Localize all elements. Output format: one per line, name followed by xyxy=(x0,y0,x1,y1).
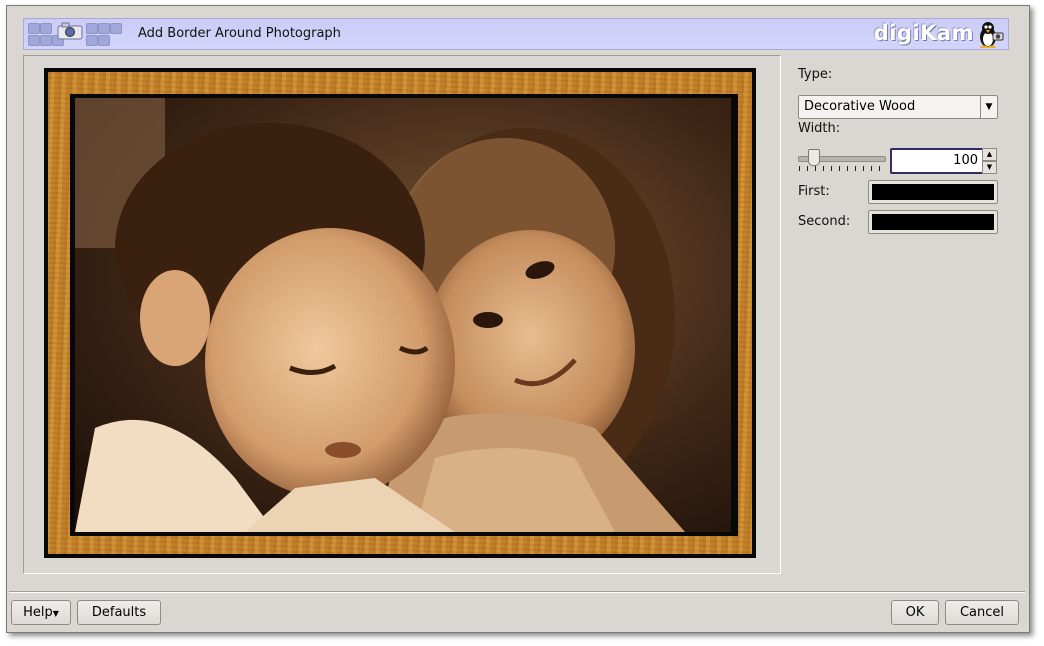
dialog-title: Add Border Around Photograph xyxy=(138,26,341,41)
digikam-logo-text: digiKam xyxy=(873,21,974,45)
ok-button-label: OK xyxy=(905,605,925,620)
penguin-camera-logo xyxy=(980,22,1004,48)
cancel-button[interactable]: Cancel xyxy=(945,600,1019,625)
border-type-value: Decorative Wood xyxy=(804,99,916,114)
image-preview-panel[interactable] xyxy=(23,55,781,574)
inner-black-border xyxy=(70,94,738,536)
second-color-swatch xyxy=(872,214,994,230)
second-color-label: Second: xyxy=(798,214,851,229)
dialog-window: Add Border Around Photograph digiKam Typ… xyxy=(6,5,1030,633)
header-banner: Add Border Around Photograph digiKam xyxy=(23,18,1009,50)
width-spin-buttons: ▲ ▼ xyxy=(982,148,997,174)
spin-up-icon[interactable]: ▲ xyxy=(982,148,997,161)
spin-down-icon[interactable]: ▼ xyxy=(982,161,997,174)
first-color-swatch xyxy=(872,184,994,200)
type-label: Type: xyxy=(798,67,833,82)
width-slider-handle[interactable] xyxy=(808,149,820,166)
width-value: 100 xyxy=(953,153,978,168)
digikam-banner-icons xyxy=(28,22,122,47)
decorative-wood-border xyxy=(48,72,752,554)
first-color-label: First: xyxy=(798,184,830,199)
border-type-combobox[interactable]: Decorative Wood ▼ xyxy=(798,95,998,119)
first-color-button[interactable] xyxy=(868,180,998,204)
cancel-button-label: Cancel xyxy=(959,605,1005,620)
width-label: Width: xyxy=(798,121,841,136)
outer-black-border xyxy=(44,68,756,558)
second-color-button[interactable] xyxy=(868,210,998,234)
photograph-preview xyxy=(75,98,731,532)
combo-arrow-icon[interactable]: ▼ xyxy=(980,96,997,118)
button-separator xyxy=(9,591,1025,593)
defaults-button[interactable]: Defaults xyxy=(77,600,161,625)
width-slider-ticks xyxy=(799,166,885,171)
defaults-button-label: Defaults xyxy=(91,605,147,620)
help-dropdown-icon: ▼ xyxy=(52,609,59,618)
help-button[interactable]: Help▼ xyxy=(11,600,71,625)
width-spinbox[interactable]: 100 xyxy=(890,148,984,174)
help-button-label: Help xyxy=(23,605,53,620)
ok-button[interactable]: OK xyxy=(891,600,939,625)
